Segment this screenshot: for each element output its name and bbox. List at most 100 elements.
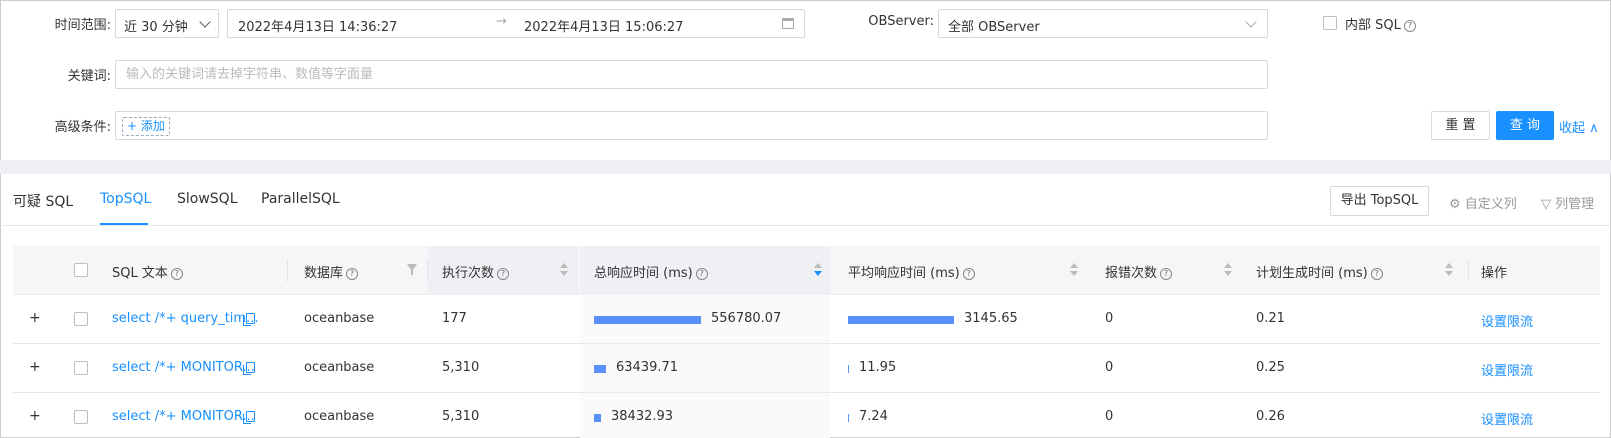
header-sql-text-label: SQL 文本 <box>112 266 168 281</box>
keyword-label: 关键词: <box>67 69 111 84</box>
expand-row-button[interactable]: + <box>29 408 41 424</box>
tab-parallelsql[interactable]: ParallelSQL <box>261 191 340 207</box>
copy-icon[interactable] <box>243 313 255 326</box>
expand-row-button[interactable]: + <box>29 359 41 375</box>
help-icon[interactable]: ? <box>497 267 510 280</box>
help-icon[interactable]: ? <box>170 267 183 280</box>
add-condition-button[interactable]: + 添加 <box>122 117 170 136</box>
exec-count-cell: 5,310 <box>442 409 480 424</box>
topsql-table: SQL 文本? 数据库? 执行次数? 总响应时间 (ms)? 平均响应时间 (m… <box>0 226 1611 438</box>
exec-count-cell: 177 <box>442 311 467 326</box>
error-count-cell: 0 <box>1105 311 1114 326</box>
help-icon[interactable]: ? <box>1403 19 1416 32</box>
internal-sql-checkbox[interactable] <box>1323 16 1337 30</box>
filter-panel: 时间范围: 近 30 分钟 2022年4月13日 14:36:27 → 2022… <box>0 0 1611 160</box>
total-resp-bar <box>594 365 606 373</box>
filter-icon: ▽ <box>1541 197 1551 212</box>
tabs-bar: 可疑 SQL TopSQL SlowSQL ParallelSQL 导出 Top… <box>0 174 1611 226</box>
reset-button[interactable]: 重 置 <box>1431 111 1490 140</box>
header-database-label: 数据库 <box>304 266 344 281</box>
header-error-count: 报错次数? <box>1105 262 1173 281</box>
database-cell: oceanbase <box>304 311 375 326</box>
tab-suspicious-sql[interactable]: 可疑 SQL <box>13 191 73 211</box>
help-icon[interactable]: ? <box>1160 267 1173 280</box>
copy-icon[interactable] <box>243 362 255 375</box>
header-avg-resp-label: 平均响应时间 (ms) <box>848 266 960 281</box>
header-action: 操作 <box>1481 266 1508 281</box>
sql-text-link[interactable]: select /*+ MONITOR... <box>112 360 255 375</box>
plan-time-cell: 0.21 <box>1256 311 1285 326</box>
section-divider <box>0 160 1611 174</box>
column-divider[interactable] <box>1468 260 1469 282</box>
gear-icon: ⚙ <box>1449 197 1461 212</box>
header-total-resp: 总响应时间 (ms)? <box>594 262 708 281</box>
total-resp-cell: 556780.07 <box>711 311 782 326</box>
copy-icon[interactable] <box>243 411 255 424</box>
internal-sql-label: 内部 SQL? <box>1345 14 1416 33</box>
header-avg-resp: 平均响应时间 (ms)? <box>848 262 975 281</box>
help-icon[interactable]: ? <box>962 267 975 280</box>
sort-icon[interactable] <box>1445 263 1453 277</box>
arrow-right-icon: → <box>496 14 507 29</box>
set-throttle-link[interactable]: 设置限流 <box>1481 311 1533 330</box>
expand-row-button[interactable]: + <box>29 310 41 326</box>
internal-sql-text: 内部 SQL <box>1345 18 1401 33</box>
avg-resp-bar <box>848 316 954 324</box>
column-divider[interactable] <box>427 260 428 282</box>
select-all-checkbox[interactable] <box>74 263 88 277</box>
total-resp-cell: 38432.93 <box>611 409 674 424</box>
sql-text-link[interactable]: select /*+ query_tim... <box>112 311 258 326</box>
tab-slowsql[interactable]: SlowSQL <box>177 191 238 207</box>
header-database: 数据库? <box>304 262 359 281</box>
time-range-select[interactable]: 近 30 分钟 <box>115 9 219 38</box>
active-tab-indicator <box>100 223 148 225</box>
advanced-label: 高级条件: <box>54 120 111 135</box>
custom-columns-button[interactable]: ⚙ 自定义列 <box>1449 193 1517 212</box>
keyword-input[interactable] <box>116 61 1267 88</box>
header-plan-time: 计划生成时间 (ms)? <box>1256 262 1383 281</box>
chevron-down-icon <box>1245 16 1257 28</box>
tab-topsql[interactable]: TopSQL <box>100 191 151 207</box>
plan-time-cell: 0.25 <box>1256 360 1285 375</box>
sort-icon[interactable] <box>1224 263 1232 277</box>
exec-count-cell: 5,310 <box>442 360 480 375</box>
sort-icon[interactable] <box>560 263 568 277</box>
column-divider[interactable] <box>287 260 288 282</box>
plan-time-cell: 0.26 <box>1256 409 1285 424</box>
help-icon[interactable]: ? <box>695 267 708 280</box>
keyword-field[interactable] <box>115 60 1268 89</box>
database-cell: oceanbase <box>304 409 375 424</box>
custom-columns-label: 自定义列 <box>1464 197 1517 212</box>
sort-icon[interactable] <box>814 263 822 277</box>
observer-label: OBServer: <box>868 14 934 29</box>
chevron-down-icon <box>199 16 211 28</box>
help-icon[interactable]: ? <box>1370 267 1383 280</box>
help-icon[interactable]: ? <box>346 267 359 280</box>
collapse-link[interactable]: 收起 ∧ <box>1559 117 1599 136</box>
avg-resp-cell: 3145.65 <box>964 311 1018 326</box>
column-manage-label: 列管理 <box>1555 197 1595 212</box>
set-throttle-link[interactable]: 设置限流 <box>1481 360 1533 379</box>
table-row: + select /*+ query_tim... oceanbase 177 … <box>13 295 1600 344</box>
filter-icon[interactable] <box>407 264 417 275</box>
avg-resp-bar <box>848 414 849 422</box>
set-throttle-link[interactable]: 设置限流 <box>1481 409 1533 428</box>
query-button[interactable]: 查 询 <box>1496 111 1554 140</box>
observer-select[interactable]: 全部 OBServer <box>938 9 1268 38</box>
date-start[interactable]: 2022年4月13日 14:36:27 <box>238 16 397 35</box>
row-checkbox[interactable] <box>74 312 88 326</box>
header-exec-count: 执行次数? <box>442 262 510 281</box>
sort-icon[interactable] <box>1070 263 1078 277</box>
error-count-cell: 0 <box>1105 409 1114 424</box>
sql-text-link[interactable]: select /*+ MONITOR... <box>112 409 255 424</box>
header-total-resp-label: 总响应时间 (ms) <box>594 266 693 281</box>
date-range-picker[interactable]: 2022年4月13日 14:36:27 → 2022年4月13日 15:06:2… <box>227 9 805 38</box>
row-checkbox[interactable] <box>74 361 88 375</box>
export-topsql-button[interactable]: 导出 TopSQL <box>1330 186 1429 216</box>
total-resp-bar <box>594 316 701 324</box>
date-end[interactable]: 2022年4月13日 15:06:27 <box>524 16 683 35</box>
time-range-label: 时间范围: <box>54 18 111 33</box>
row-checkbox[interactable] <box>74 410 88 424</box>
column-manage-button[interactable]: ▽ 列管理 <box>1541 193 1594 212</box>
total-resp-cell: 63439.71 <box>616 360 679 375</box>
